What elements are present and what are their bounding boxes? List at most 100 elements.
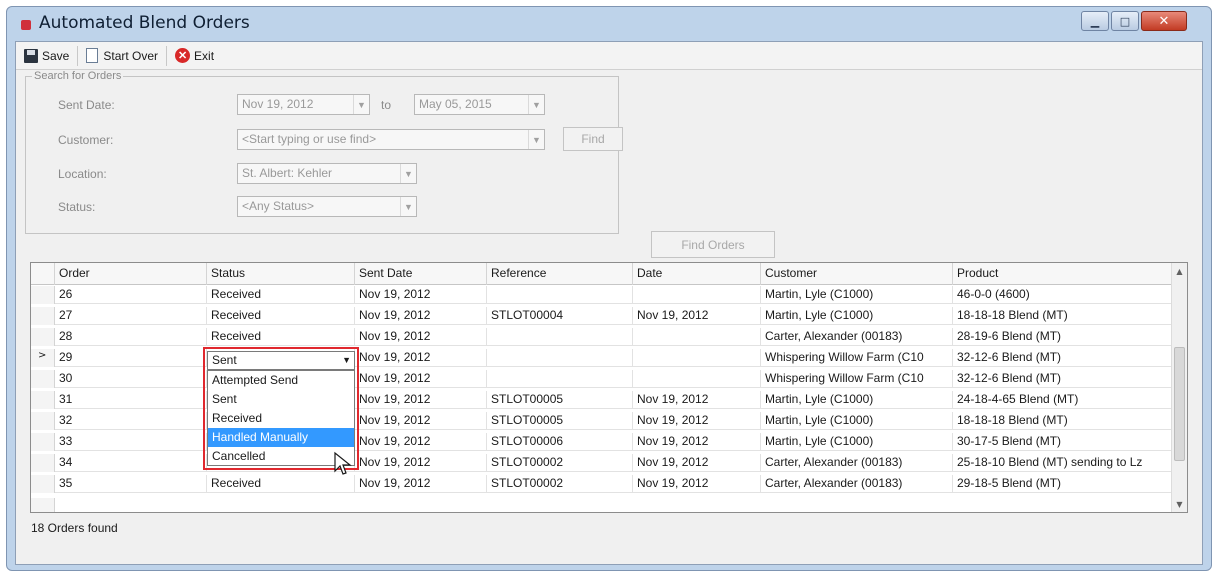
cell-product[interactable]: 18-18-18 Blend (MT) bbox=[953, 307, 1173, 325]
table-row[interactable]: 31 Nov 19, 2012 STLOT00005 Nov 19, 2012 Mart… bbox=[31, 391, 1173, 409]
cell-reference[interactable]: STLOT00002 bbox=[487, 475, 633, 493]
cell-sent-date[interactable]: Nov 19, 2012 bbox=[355, 307, 487, 325]
scroll-up-icon[interactable]: ▲ bbox=[1172, 263, 1187, 279]
find-orders-button[interactable]: Find Orders bbox=[651, 231, 775, 258]
cell-date[interactable]: Nov 19, 2012 bbox=[633, 307, 761, 325]
column-header-status[interactable]: Status bbox=[207, 263, 355, 285]
cell-customer[interactable]: Whispering Willow Farm (C10 bbox=[761, 370, 953, 388]
save-button[interactable]: Save bbox=[20, 45, 73, 67]
dropdown-arrow-icon[interactable]: ▼ bbox=[400, 197, 416, 216]
row-selector[interactable] bbox=[31, 412, 55, 430]
row-selector[interactable] bbox=[31, 328, 55, 346]
cell-date[interactable]: Nov 19, 2012 bbox=[633, 475, 761, 493]
cell-order[interactable]: 26 bbox=[55, 286, 207, 304]
cell-sent-date[interactable]: Nov 19, 2012 bbox=[355, 391, 487, 409]
cell-status[interactable]: Received bbox=[207, 328, 355, 346]
table-row[interactable]: 33 Nov 19, 2012 STLOT00006 Nov 19, 2012 Mart… bbox=[31, 433, 1173, 451]
cell-customer[interactable]: Martin, Lyle (C1000) bbox=[761, 391, 953, 409]
cell-status[interactable]: Received bbox=[207, 307, 355, 325]
to-date-picker[interactable]: May 05, 2015 ▼ bbox=[414, 94, 545, 115]
cell-reference[interactable]: STLOT00005 bbox=[487, 412, 633, 430]
cell-product[interactable]: 25-18-10 Blend (MT) sending to Lz bbox=[953, 454, 1173, 472]
column-header-reference[interactable]: Reference bbox=[487, 263, 633, 285]
table-row[interactable]: 28 Received Nov 19, 2012 Carter, Alexander … bbox=[31, 328, 1173, 346]
scroll-down-icon[interactable]: ▼ bbox=[1172, 496, 1187, 512]
column-header-product[interactable]: Product bbox=[953, 263, 1173, 285]
table-row[interactable]: 27 Received Nov 19, 2012 STLOT00004 Nov 19, … bbox=[31, 307, 1173, 325]
cell-date[interactable] bbox=[633, 370, 761, 388]
cell-product[interactable]: 18-18-18 Blend (MT) bbox=[953, 412, 1173, 430]
grid-vertical-scrollbar[interactable]: ▲ ▼ bbox=[1171, 263, 1187, 512]
row-selector[interactable] bbox=[31, 370, 55, 388]
cell-sent-date[interactable]: Nov 19, 2012 bbox=[355, 475, 487, 493]
cell-product[interactable]: 29-18-5 Blend (MT) bbox=[953, 475, 1173, 493]
table-row[interactable]: 35 Received Nov 19, 2012 STLOT00002 Nov 19, … bbox=[31, 475, 1173, 493]
cell-date[interactable]: Nov 19, 2012 bbox=[633, 391, 761, 409]
status-option-sent[interactable]: Sent bbox=[208, 390, 354, 409]
cell-customer[interactable]: Carter, Alexander (00183) bbox=[761, 328, 953, 346]
cell-customer[interactable]: Martin, Lyle (C1000) bbox=[761, 286, 953, 304]
status-cell-editor[interactable]: Sent ▼ bbox=[207, 351, 355, 370]
cell-date[interactable] bbox=[633, 328, 761, 346]
row-selector[interactable] bbox=[31, 454, 55, 472]
cell-product[interactable]: 28-19-6 Blend (MT) bbox=[953, 328, 1173, 346]
cell-sent-date[interactable]: Nov 19, 2012 bbox=[355, 286, 487, 304]
cell-reference[interactable] bbox=[487, 349, 633, 367]
cell-reference[interactable] bbox=[487, 328, 633, 346]
row-selector[interactable] bbox=[31, 433, 55, 451]
dropdown-arrow-icon[interactable]: ▼ bbox=[528, 130, 544, 149]
cell-customer[interactable]: Whispering Willow Farm (C10 bbox=[761, 349, 953, 367]
cell-status[interactable]: Received bbox=[207, 475, 355, 493]
table-row[interactable]: 32 Nov 19, 2012 STLOT00005 Nov 19, 2012 Mart… bbox=[31, 412, 1173, 430]
cell-reference[interactable] bbox=[487, 286, 633, 304]
cell-date[interactable]: Nov 19, 2012 bbox=[633, 412, 761, 430]
column-header-order[interactable]: Order bbox=[55, 263, 207, 285]
cell-order[interactable]: 31 bbox=[55, 391, 207, 409]
column-header-date[interactable]: Date bbox=[633, 263, 761, 285]
cell-customer[interactable]: Carter, Alexander (00183) bbox=[761, 454, 953, 472]
exit-button[interactable]: ✕ Exit bbox=[171, 45, 218, 67]
table-row[interactable]: >29 Sent Nov 19, 2012 Whispering Willow Far… bbox=[31, 349, 1173, 367]
title-bar[interactable]: Automated Blend Orders ▁ □ ✕ bbox=[7, 7, 1211, 41]
column-header-sent-date[interactable]: Sent Date bbox=[355, 263, 487, 285]
cell-sent-date[interactable]: Nov 19, 2012 bbox=[355, 412, 487, 430]
cell-sent-date[interactable]: Nov 19, 2012 bbox=[355, 328, 487, 346]
location-select[interactable]: St. Albert: Kehler ▼ bbox=[237, 163, 417, 184]
cell-reference[interactable]: STLOT00002 bbox=[487, 454, 633, 472]
cell-status[interactable]: Received bbox=[207, 286, 355, 304]
table-row[interactable]: 30 Nov 19, 2012 Whispering Willow Farm (C1… bbox=[31, 370, 1173, 388]
cell-customer[interactable]: Martin, Lyle (C1000) bbox=[761, 307, 953, 325]
cell-sent-date[interactable]: Nov 19, 2012 bbox=[355, 433, 487, 451]
row-selector[interactable] bbox=[31, 286, 55, 304]
cell-order[interactable]: 28 bbox=[55, 328, 207, 346]
cell-reference[interactable] bbox=[487, 370, 633, 388]
cell-reference[interactable]: STLOT00004 bbox=[487, 307, 633, 325]
status-select[interactable]: <Any Status> ▼ bbox=[237, 196, 417, 217]
from-date-picker[interactable]: Nov 19, 2012 ▼ bbox=[237, 94, 370, 115]
cell-order[interactable]: 29 bbox=[55, 349, 207, 367]
cell-date[interactable] bbox=[633, 349, 761, 367]
cell-order[interactable]: 30 bbox=[55, 370, 207, 388]
cell-order[interactable]: 35 bbox=[55, 475, 207, 493]
cell-date[interactable]: Nov 19, 2012 bbox=[633, 433, 761, 451]
start-over-button[interactable]: Start Over bbox=[82, 45, 162, 67]
cell-order[interactable]: 34 bbox=[55, 454, 207, 472]
scroll-thumb[interactable] bbox=[1174, 347, 1185, 461]
cell-sent-date[interactable]: Nov 19, 2012 bbox=[355, 370, 487, 388]
cell-customer[interactable]: Carter, Alexander (00183) bbox=[761, 475, 953, 493]
cell-product[interactable]: 46-0-0 (4600) bbox=[953, 286, 1173, 304]
row-selector[interactable] bbox=[31, 307, 55, 325]
find-button[interactable]: Find bbox=[563, 127, 623, 151]
cell-product[interactable]: 32-12-6 Blend (MT) bbox=[953, 349, 1173, 367]
cell-order[interactable]: 32 bbox=[55, 412, 207, 430]
minimize-button[interactable]: ▁ bbox=[1081, 11, 1109, 31]
maximize-button[interactable]: □ bbox=[1111, 11, 1139, 31]
cell-reference[interactable]: STLOT00006 bbox=[487, 433, 633, 451]
table-row-partial[interactable] bbox=[31, 498, 1173, 512]
cell-product[interactable]: 30-17-5 Blend (MT) bbox=[953, 433, 1173, 451]
customer-combobox[interactable]: <Start typing or use find> ▼ bbox=[237, 129, 545, 150]
cell-customer[interactable]: Martin, Lyle (C1000) bbox=[761, 412, 953, 430]
table-row[interactable]: 26 Received Nov 19, 2012 Martin, Lyle (C100… bbox=[31, 286, 1173, 304]
cell-sent-date[interactable]: Nov 19, 2012 bbox=[355, 349, 487, 367]
cell-order[interactable]: 27 bbox=[55, 307, 207, 325]
